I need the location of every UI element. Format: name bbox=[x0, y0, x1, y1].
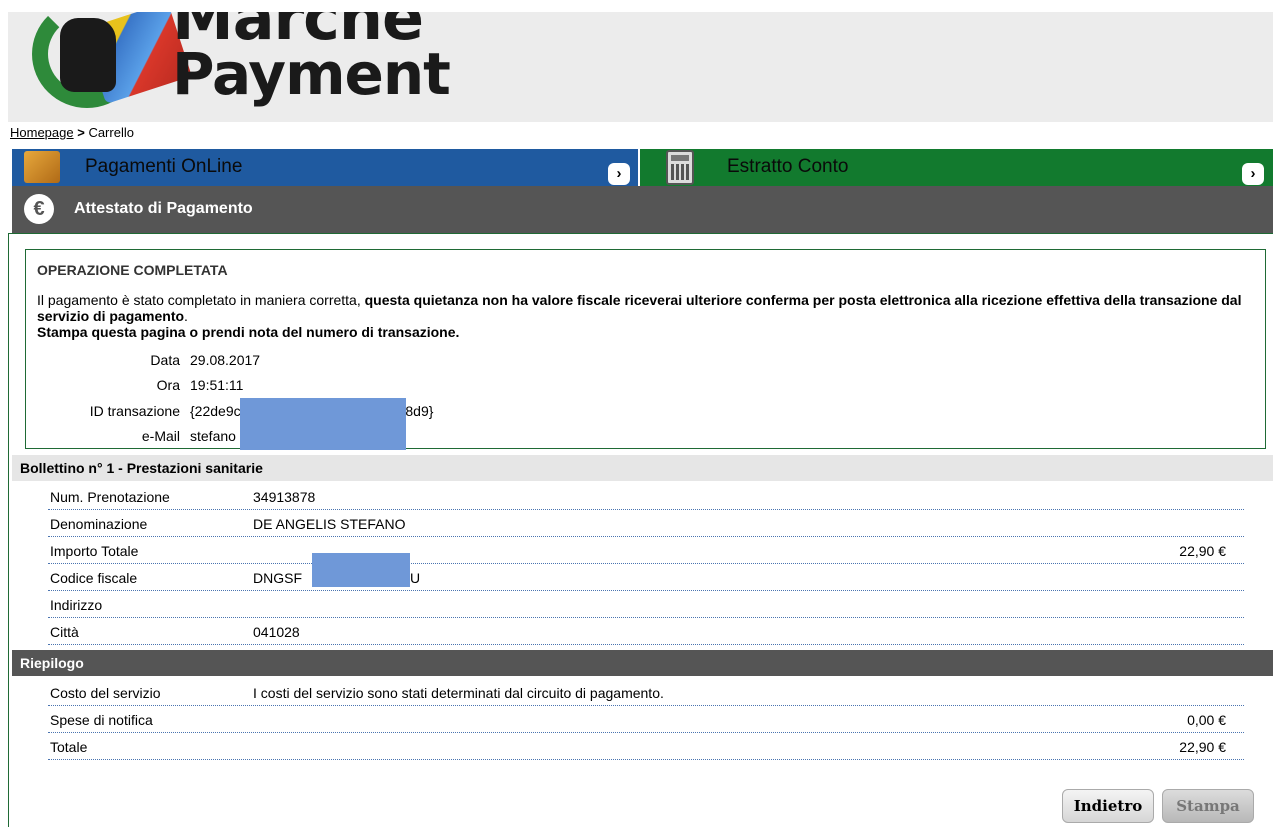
operation-completed-message: Il pagamento è stato completato in manie… bbox=[37, 292, 1257, 340]
field-value: 29.08.2017 bbox=[190, 352, 261, 368]
row-label: Codice fiscale bbox=[50, 570, 138, 586]
row-label: Città bbox=[50, 624, 79, 640]
row-value-tail: U bbox=[410, 570, 421, 586]
bollettino-header: Bollettino n° 1 - Prestazioni sanitarie bbox=[12, 455, 1273, 481]
breadcrumb-separator: > bbox=[73, 125, 89, 140]
field-value: stefano bbox=[190, 428, 236, 444]
chevron-right-icon[interactable]: › bbox=[1242, 163, 1264, 185]
row-label: Denominazione bbox=[50, 516, 148, 532]
table-row: Num. Prenotazione 34913878 bbox=[48, 484, 1244, 510]
wallet-icon bbox=[24, 151, 60, 183]
marche-payment-logo[interactable]: Marche Payment bbox=[32, 12, 452, 122]
table-row: Totale 22,90 € bbox=[48, 734, 1244, 760]
message-plain: Il pagamento è stato completato in manie… bbox=[37, 292, 365, 308]
row-amount: 22,90 € bbox=[1179, 739, 1226, 755]
section-header: € Attestato di Pagamento bbox=[12, 186, 1273, 233]
breadcrumb-current: Carrello bbox=[88, 125, 134, 140]
logo-line2: Payment bbox=[172, 40, 451, 108]
redaction-block bbox=[240, 398, 406, 450]
logo-text: Marche Payment bbox=[172, 12, 451, 108]
nav-pagamenti-online-label: Pagamenti OnLine bbox=[85, 156, 243, 177]
field-ora: Ora 19:51:11 bbox=[26, 377, 626, 399]
table-row: Città 041028 bbox=[48, 619, 1244, 645]
row-value: 041028 bbox=[253, 624, 300, 640]
row-label: Spese di notifica bbox=[50, 712, 153, 728]
field-label: Data bbox=[150, 352, 180, 368]
section-title: Attestato di Pagamento bbox=[74, 200, 253, 217]
table-row: Codice fiscale DNGSF U bbox=[48, 565, 1244, 591]
operation-completed-heading: OPERAZIONE COMPLETATA bbox=[37, 262, 228, 278]
table-row: Spese di notifica 0,00 € bbox=[48, 707, 1244, 733]
message-line2: Stampa questa pagina o prendi nota del n… bbox=[37, 324, 460, 340]
row-label: Totale bbox=[50, 739, 88, 755]
row-label: Num. Prenotazione bbox=[50, 489, 170, 505]
row-label: Indirizzo bbox=[50, 597, 103, 613]
nav-estratto-conto[interactable]: Estratto Conto › bbox=[640, 149, 1273, 186]
breadcrumb: Homepage > Carrello bbox=[10, 125, 134, 140]
row-amount: 0,00 € bbox=[1187, 712, 1226, 728]
breadcrumb-home-link[interactable]: Homepage bbox=[10, 125, 74, 140]
hand-icon bbox=[60, 18, 116, 92]
row-label: Importo Totale bbox=[50, 543, 139, 559]
table-row: Denominazione DE ANGELIS STEFANO bbox=[48, 511, 1244, 537]
field-label: ID transazione bbox=[89, 403, 180, 419]
redaction-block bbox=[312, 553, 410, 587]
print-button[interactable]: Stampa bbox=[1162, 789, 1254, 823]
field-label: Ora bbox=[156, 377, 180, 393]
field-data: Data 29.08.2017 bbox=[26, 352, 626, 374]
euro-icon: € bbox=[24, 194, 54, 224]
table-row: Costo del servizio I costi del servizio … bbox=[48, 680, 1244, 706]
field-value: {22de9c bbox=[190, 403, 241, 419]
chevron-right-icon[interactable]: › bbox=[608, 163, 630, 185]
row-value: 34913878 bbox=[253, 489, 316, 505]
message-end: . bbox=[184, 308, 188, 324]
field-label: e-Mail bbox=[141, 428, 180, 444]
table-row: Indirizzo bbox=[48, 592, 1244, 618]
calculator-icon bbox=[666, 150, 694, 185]
nav-pagamenti-online[interactable]: Pagamenti OnLine › bbox=[12, 149, 638, 186]
nav-estratto-conto-label: Estratto Conto bbox=[727, 156, 849, 177]
row-value: I costi del servizio sono stati determin… bbox=[253, 685, 664, 701]
row-value: DNGSF bbox=[253, 570, 302, 586]
row-value: DE ANGELIS STEFANO bbox=[253, 516, 406, 532]
table-row: Importo Totale 22,90 € bbox=[48, 538, 1244, 564]
back-button[interactable]: Indietro bbox=[1062, 789, 1154, 823]
row-amount: 22,90 € bbox=[1179, 543, 1226, 559]
operation-completed-box: OPERAZIONE COMPLETATA Il pagamento è sta… bbox=[25, 249, 1266, 450]
row-label: Costo del servizio bbox=[50, 685, 161, 701]
site-header: Marche Payment bbox=[8, 12, 1273, 122]
field-value: 19:51:11 bbox=[190, 377, 244, 393]
riepilogo-header: Riepilogo bbox=[12, 650, 1273, 676]
